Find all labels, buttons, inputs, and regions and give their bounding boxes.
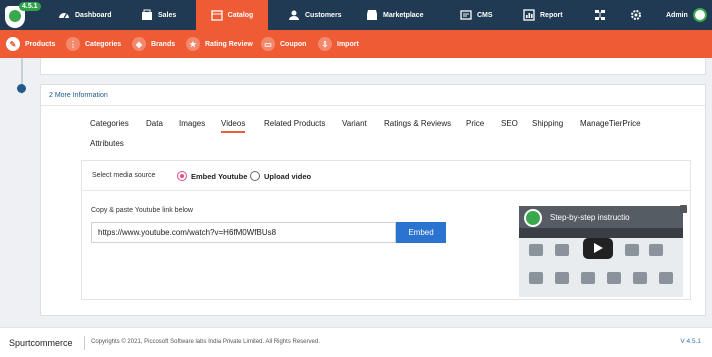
section-title: 2 More Information [41,85,705,106]
admin-label: Admin [666,11,688,19]
marketplace-icon [367,10,377,20]
product-thumb [555,244,569,256]
sales-icon [142,9,152,20]
subnav-coupon[interactable]: ▭ Coupon [261,30,306,58]
tab-images[interactable]: Images [179,119,205,131]
nav-marketplace[interactable]: Marketplace [358,0,431,30]
footer-version: V 4.5.1 [680,338,701,345]
tab-data[interactable]: Data [146,119,163,131]
media-source-row: Select media source Embed Youtube Upload… [82,161,690,191]
coupon-icon: ▭ [261,37,275,51]
previous-section-card [40,58,706,75]
nav-sales-label: Sales [158,11,177,19]
tab-categories[interactable]: Categories [90,119,129,131]
channel-logo-icon [524,209,542,227]
timeline-step-dot [17,84,26,93]
product-thumb [625,244,639,256]
nav-report-label: Report [540,11,563,19]
nav-customers-label: Customers [305,11,342,19]
sitemap-icon [595,10,605,20]
youtube-url-input[interactable]: https://www.youtube.com/watch?v=H6fM0WfB… [91,222,396,243]
tab-related-products[interactable]: Related Products [264,119,325,131]
video-title: Step-by-step instructio [550,213,630,222]
product-thumb [633,272,647,284]
product-thumb [659,272,673,284]
nav-dashboard-label: Dashboard [75,11,112,19]
tab-price[interactable]: Price [466,119,484,131]
tab-videos[interactable]: Videos [221,119,246,133]
radio-embed-youtube-indicator[interactable] [177,171,187,181]
nav-catalog[interactable]: Catalog [196,0,268,30]
radio-embed-youtube-label: Embed Youtube [191,171,248,181]
play-icon[interactable] [583,238,613,259]
nav-sales[interactable]: Sales [133,0,184,30]
products-icon: ✎ [6,37,20,51]
subnav-products[interactable]: ✎ Products [6,30,55,58]
radio-upload-video-label: Upload video [264,171,312,181]
dashboard-icon [59,13,69,19]
catalog-subnav: ✎ Products ⋮ Categories ◆ Brands ★ Ratin… [0,30,712,58]
categories-icon: ⋮ [66,37,80,51]
product-thumb [529,272,543,284]
subnav-categories-label: Categories [85,40,122,48]
nav-dashboard[interactable]: Dashboard [50,0,120,30]
catalog-icon [211,10,223,21]
footer: Spurtcommerce Copyrights © 2021, Piccoso… [0,327,712,357]
subnav-brands[interactable]: ◆ Brands [132,30,175,58]
app-logo[interactable]: 4.5.1 [4,2,41,28]
product-thumb [529,244,543,256]
settings-button[interactable] [622,0,650,30]
radio-upload-video[interactable]: Upload video [250,171,311,181]
subnav-coupon-label: Coupon [280,40,307,48]
nav-catalog-label: Catalog [227,11,254,19]
product-thumb [555,272,569,284]
product-thumb [607,272,621,284]
videos-panel: Select media source Embed Youtube Upload… [81,160,691,300]
report-icon [523,9,535,21]
subnav-brands-label: Brands [151,40,176,48]
radio-embed-youtube[interactable]: Embed Youtube [177,171,247,181]
version-badge: 4.5.1 [19,2,41,11]
nav-cms[interactable]: CMS [452,0,501,30]
trash-icon[interactable] [680,205,687,213]
footer-copyright: Copyrights © 2021, Piccosoft Software la… [91,339,320,345]
top-navbar: 4.5.1 Dashboard Sales Catalog Customers … [0,0,712,30]
tab-ratings-reviews[interactable]: Ratings & Reviews [384,119,451,131]
brands-icon: ◆ [132,37,146,51]
tab-manage-tier-price[interactable]: ManageTierPrice [580,119,641,131]
tab-attributes[interactable]: Attributes [90,139,124,151]
sitemap-button[interactable] [586,0,614,30]
more-information-card: 2 More Information Categories Data Image… [40,84,706,316]
tab-seo[interactable]: SEO [501,119,518,131]
radio-upload-video-indicator[interactable] [250,171,260,181]
tab-variant[interactable]: Variant [342,119,367,131]
star-icon: ★ [186,37,200,51]
nav-marketplace-label: Marketplace [383,11,424,19]
gear-icon [631,10,641,20]
subnav-categories[interactable]: ⋮ Categories [66,30,121,58]
video-site-header [519,228,683,238]
tab-shipping[interactable]: Shipping [532,119,563,131]
subnav-rating-review-label: Rating Review [205,40,253,48]
cms-icon [460,10,472,20]
admin-menu[interactable]: Admin [658,0,712,30]
subnav-rating-review[interactable]: ★ Rating Review [186,30,253,58]
subnav-import[interactable]: ⇩ Import [318,30,359,58]
admin-avatar [692,8,707,22]
footer-divider [84,336,85,350]
customers-icon [289,10,299,20]
embed-button[interactable]: Embed [396,222,446,243]
youtube-link-label: Copy & paste Youtube link below [91,207,193,214]
subnav-import-label: Import [337,40,359,48]
product-thumb [649,244,663,256]
nav-customers[interactable]: Customers [280,0,350,30]
nav-report[interactable]: Report [515,0,571,30]
footer-brand: Spurtcommerce [9,338,73,348]
media-source-label: Select media source [92,172,156,179]
import-icon: ⇩ [318,37,332,51]
product-thumb [581,272,595,284]
subnav-products-label: Products [25,40,56,48]
nav-cms-label: CMS [477,11,493,19]
video-preview[interactable]: Step-by-step instructio [519,206,683,297]
